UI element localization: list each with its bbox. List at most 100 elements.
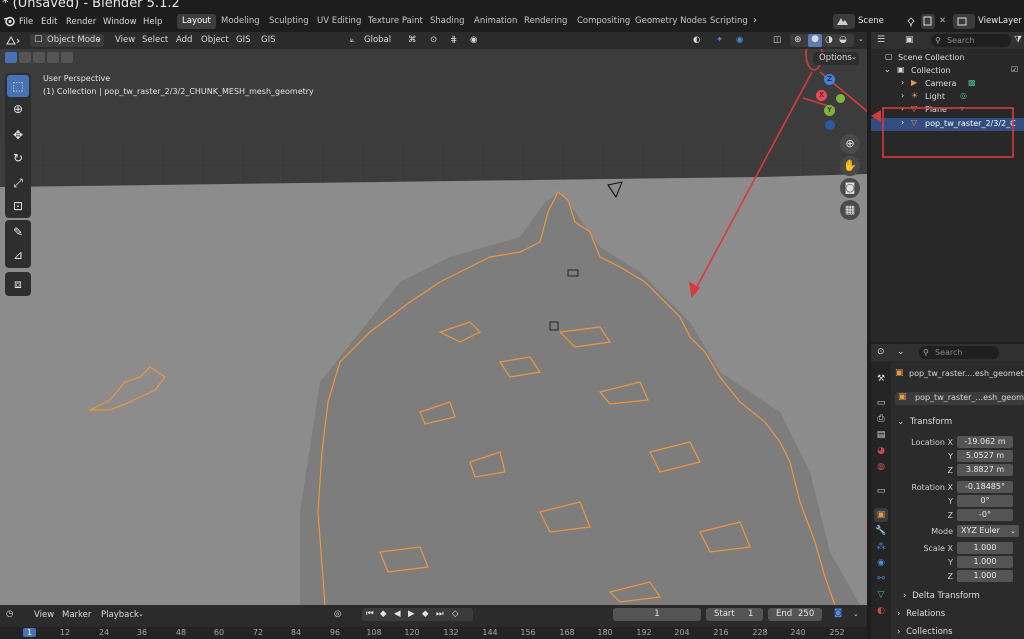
material-shading-icon[interactable]: ◑ (825, 35, 833, 45)
menu-help[interactable]: Help (143, 17, 162, 27)
location-x-field[interactable]: -19.062 m (957, 436, 1013, 448)
select-subtract-icon[interactable] (33, 52, 45, 63)
rotate-tool[interactable]: ↻ (7, 147, 29, 169)
snap-icon[interactable]: ⊙ (430, 35, 437, 45)
select-extend-icon[interactable] (19, 52, 31, 63)
tab-texture-paint[interactable]: Texture Paint (363, 14, 428, 29)
menu-render[interactable]: Render (66, 17, 96, 27)
menu-file[interactable]: File (19, 17, 33, 27)
rotation-x-field[interactable]: -0.18485° (957, 481, 1013, 493)
select-invert-icon[interactable] (47, 52, 59, 63)
select-new-icon[interactable] (5, 52, 17, 63)
data-tab-icon[interactable]: ▽ (874, 588, 888, 602)
collection-checkbox-icon[interactable]: ☑ (1011, 65, 1018, 74)
axis-z-icon[interactable]: Z (824, 74, 835, 85)
timeline-editor-icon[interactable]: ◷ (6, 609, 13, 619)
rotation-z-field[interactable]: -0° (957, 509, 1013, 521)
axis-neg-z-icon[interactable] (825, 120, 835, 130)
tab-modeling[interactable]: Modeling (216, 14, 265, 29)
cursor-tool[interactable]: ⊕ (7, 98, 29, 120)
scene-name[interactable]: Scene (858, 14, 884, 29)
outliner-search-input[interactable]: ⚲ Search (931, 34, 1011, 47)
tab-shading[interactable]: Shading (425, 14, 470, 29)
camera-view-icon[interactable]: ◙ (840, 178, 860, 198)
jump-keyframe-back-icon[interactable]: ◆ (380, 608, 387, 621)
expand-chevron-icon[interactable]: › (901, 91, 904, 100)
output-tab-icon[interactable]: ⎙ (874, 412, 888, 426)
outliner-editor-icon[interactable]: ☰ (877, 35, 885, 45)
view-layer-tab-icon[interactable]: ▤ (874, 428, 888, 442)
outliner-item-camera[interactable]: › ▶ Camera ▩ (871, 78, 1024, 91)
rotation-mode-dropdown[interactable]: XYZ Euler ⌄ (957, 525, 1019, 537)
solid-shading-icon[interactable]: ● (808, 34, 822, 47)
chevron-down-icon[interactable]: ⌄ (853, 610, 859, 618)
gizmo-icon[interactable]: ✦ (716, 35, 723, 45)
record-icon[interactable]: ◎ (334, 609, 341, 619)
scale-y-field[interactable]: 1.000 (957, 556, 1013, 568)
filter-icon[interactable]: ⧩ (1014, 35, 1022, 45)
add-cube-tool[interactable]: ⧈ (7, 273, 29, 295)
proportional-edit-icon[interactable]: ◉ (470, 35, 477, 45)
overlay-icon[interactable]: ◉ (736, 35, 743, 45)
scale-x-field[interactable]: 1.000 (957, 542, 1013, 554)
viewport-menu-gis[interactable]: GIS (236, 35, 251, 45)
play-icon[interactable]: ▶ (408, 608, 415, 621)
new-scene-button[interactable] (921, 14, 935, 29)
start-frame-field[interactable]: Start 1 (706, 608, 763, 621)
expand-chevron-icon[interactable]: › (901, 78, 904, 87)
scale-tool[interactable]: ⤢ (7, 172, 29, 194)
viewport-menu-gis-2[interactable]: GIS (261, 35, 276, 45)
annotate-tool[interactable]: ✎ (7, 221, 29, 243)
scale-z-field[interactable]: 1.000 (957, 570, 1013, 582)
location-y-field[interactable]: 5.0527 m (957, 450, 1013, 462)
pan-hand-icon[interactable]: ✋ (840, 156, 860, 176)
3d-viewport[interactable]: ▢ Object Mode ⌄ View Select Add Object G… (0, 32, 867, 605)
viewlayer-selector-button[interactable] (953, 14, 975, 29)
pivot-icon[interactable]: ⌘ (408, 35, 417, 45)
collection-tab-icon[interactable]: ▭ (874, 484, 888, 498)
end-frame-field[interactable]: End 250 (768, 608, 822, 621)
constraints-tab-icon[interactable]: ⚯ (874, 572, 888, 586)
select-intersect-icon[interactable] (61, 52, 73, 63)
outliner-scene-collection[interactable]: ▢ Scene Collection (871, 52, 1024, 65)
axis-x-icon[interactable]: X (816, 90, 827, 101)
tab-uv-editing[interactable]: UV Editing (312, 14, 366, 29)
object-tab-icon[interactable]: ▣ (874, 508, 888, 522)
workspace-chevron-right-icon[interactable]: › (753, 15, 757, 26)
tab-animation[interactable]: Animation (469, 14, 522, 29)
orientation-icon[interactable]: ⟀ (350, 35, 355, 45)
render-tab-icon[interactable]: ▭ (874, 396, 888, 410)
visibility-icon[interactable]: ◐ (693, 35, 700, 45)
tab-sculpting[interactable]: Sculpting (264, 14, 314, 29)
menu-edit[interactable]: Edit (41, 17, 57, 27)
keyframe-nav-icon[interactable]: ◇ (452, 608, 459, 621)
measure-tool[interactable]: ⊿ (7, 244, 29, 266)
rotation-y-field[interactable]: 0° (957, 495, 1013, 507)
tab-scripting[interactable]: Scripting (705, 14, 753, 29)
tool-tab-icon[interactable]: ⚒ (874, 372, 888, 386)
chevron-down-icon[interactable]: ⌄ (897, 347, 905, 357)
expand-chevron-icon[interactable]: ⌄ (884, 65, 891, 74)
outliner-item-light[interactable]: › ☀ Light ◎ (871, 91, 1024, 104)
transform-tool[interactable]: ⊡ (7, 195, 29, 217)
options-dropdown[interactable]: Options ⌄ (813, 52, 859, 65)
tab-compositing[interactable]: Compositing (572, 14, 635, 29)
select-box-tool[interactable]: ⬚ (7, 75, 29, 97)
mode-dropdown[interactable]: ▢ Object Mode ⌄ (30, 34, 104, 47)
properties-search-input[interactable]: ⚲ Search (919, 346, 999, 359)
physics-tab-icon[interactable]: ◉ (874, 556, 888, 570)
timeline-menu-playback[interactable]: Playback (101, 610, 139, 620)
shading-options-chevron-icon[interactable]: ⌄ (858, 35, 864, 43)
delta-transform-panel-header[interactable]: › Delta Transform (893, 589, 1024, 604)
frame-ruler[interactable]: 1 12 24 36 48 60 72 84 96 108 120 132 14… (0, 627, 867, 639)
location-z-field[interactable]: 3.8827 m (957, 464, 1013, 476)
particles-tab-icon[interactable]: ⁂ (874, 540, 888, 554)
world-tab-icon[interactable]: ◍ (874, 460, 888, 474)
remove-scene-icon[interactable]: ✕ (939, 14, 946, 29)
chevron-down-icon[interactable]: ⌄ (138, 610, 144, 618)
viewport-menu-select[interactable]: Select (142, 35, 168, 45)
modifiers-tab-icon[interactable]: 🔧 (874, 524, 888, 538)
transform-panel-header[interactable]: ⌄ Transform (893, 415, 1024, 430)
viewport-menu-add[interactable]: Add (176, 35, 192, 45)
current-frame-field[interactable]: 1 (613, 608, 701, 621)
